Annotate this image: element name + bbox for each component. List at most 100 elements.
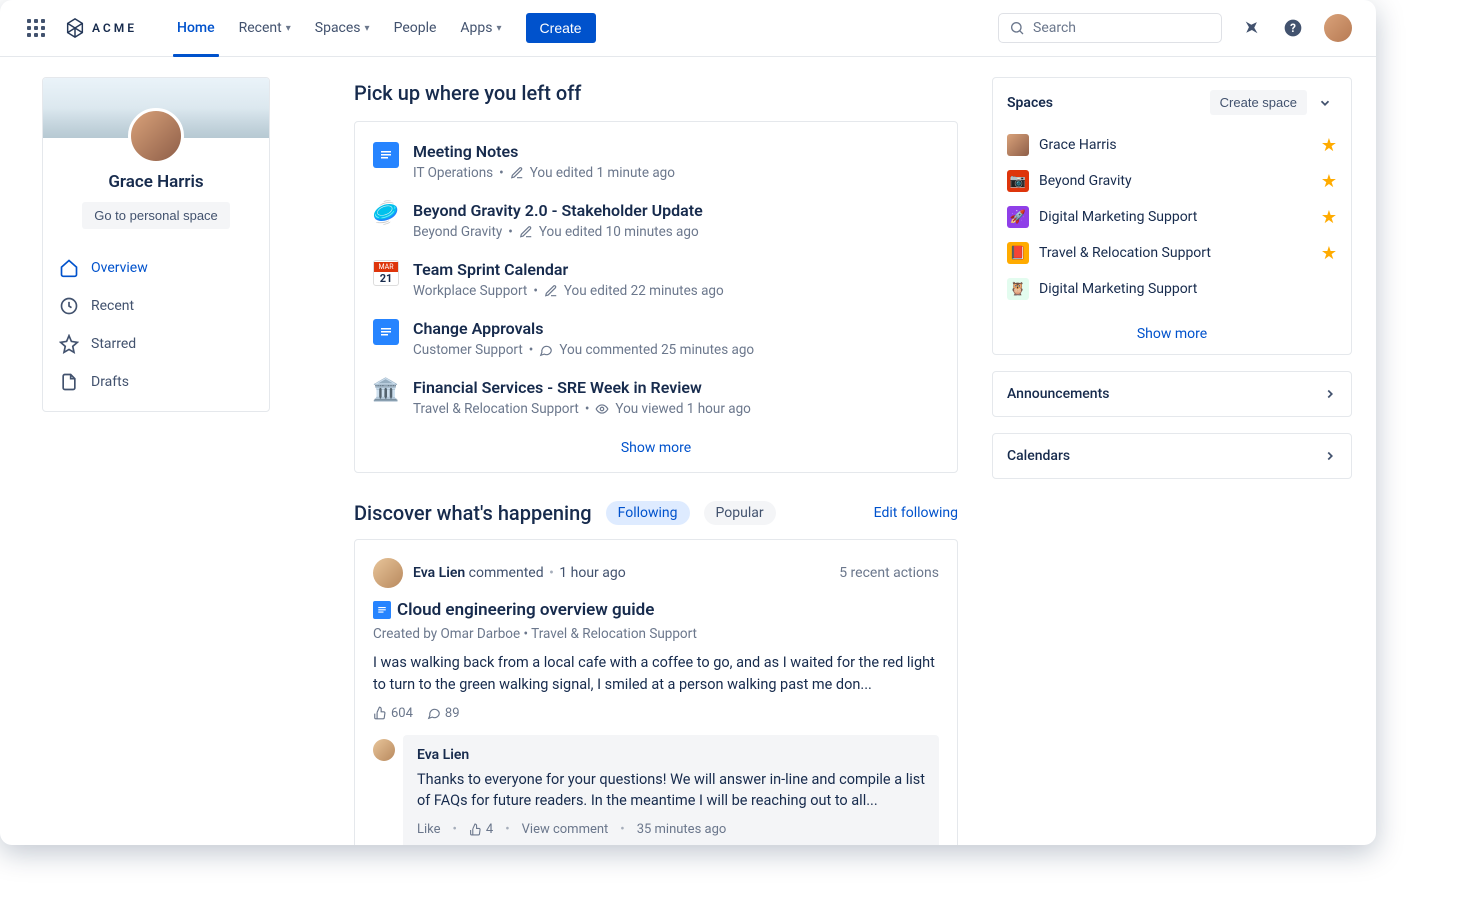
file-icon	[59, 372, 79, 392]
feed-excerpt: I was walking back from a local cafe wit…	[373, 652, 939, 696]
comment-like-count: 4	[469, 822, 493, 837]
star-icon[interactable]: ★	[1321, 135, 1337, 156]
nav-item-home[interactable]: Home	[165, 0, 227, 57]
recent-item-meta: Beyond Gravity• You edited 10 minutes ag…	[413, 224, 939, 240]
create-button[interactable]: Create	[526, 13, 596, 43]
sidebar-item-starred[interactable]: Starred	[43, 325, 269, 363]
nav-item-people[interactable]: People	[382, 0, 449, 57]
svg-text:?: ?	[1290, 21, 1296, 35]
recent-item-meta: IT Operations• You edited 1 minute ago	[413, 165, 939, 181]
space-item[interactable]: Grace Harris★	[1003, 127, 1341, 163]
discover-title: Discover what's happening	[354, 501, 592, 525]
emoji-icon: 🥏	[373, 201, 399, 227]
feed-item: Eva Lien commented 1 hour ago 5 recent a…	[354, 539, 958, 845]
comment-body: Thanks to everyone for your questions! W…	[417, 769, 925, 813]
space-item[interactable]: 📕Travel & Relocation Support★	[1003, 235, 1341, 271]
recent-item-title: Beyond Gravity 2.0 - Stakeholder Update	[413, 201, 939, 220]
main-column: Pick up where you left off Meeting Notes…	[354, 77, 962, 845]
pickup-show-more[interactable]: Show more	[373, 427, 939, 462]
recent-item[interactable]: MAR21 Team Sprint Calendar Workplace Sup…	[373, 250, 939, 309]
app-frame: ACME HomeRecent▾Spaces▾PeopleApps▾ Creat…	[0, 0, 1376, 845]
notifications-icon[interactable]	[1238, 15, 1264, 41]
recent-item-meta: Customer Support• You commented 25 minut…	[413, 342, 939, 358]
comment-count[interactable]: 89	[427, 706, 460, 721]
user-avatar[interactable]	[1324, 14, 1352, 42]
sidebar-item-recent[interactable]: Recent	[43, 287, 269, 325]
feed-comment: Eva Lien Thanks to everyone for your que…	[403, 735, 939, 846]
help-icon[interactable]: ?	[1280, 15, 1306, 41]
home-icon	[59, 258, 79, 278]
doc-icon	[373, 142, 399, 168]
comment-actions: Like 4 View comment 35 minutes ago	[417, 822, 925, 837]
nav-item-apps[interactable]: Apps▾	[448, 0, 513, 57]
recent-item[interactable]: Change Approvals Customer Support• You c…	[373, 309, 939, 368]
edit-following-link[interactable]: Edit following	[874, 505, 958, 521]
comment-author-name: Eva Lien	[417, 747, 925, 763]
sidebar-item-drafts[interactable]: Drafts	[43, 363, 269, 401]
recent-item-title: Financial Services - SRE Week in Review	[413, 378, 939, 397]
space-icon: 📕	[1007, 242, 1029, 264]
right-column: Spaces Create space Grace Harris★📷Beyond…	[992, 77, 1352, 845]
collapsed-panel-calendars[interactable]: Calendars	[992, 433, 1352, 479]
space-item[interactable]: 🦉Digital Marketing Support	[1003, 271, 1341, 307]
clock-icon	[59, 296, 79, 316]
body-layout: Grace Harris Go to personal space Overvi…	[0, 57, 1376, 845]
comment-like-button[interactable]: Like	[417, 822, 441, 837]
space-item[interactable]: 📷Beyond Gravity★	[1003, 163, 1341, 199]
emoji-icon: 🏛️	[373, 378, 399, 404]
pickup-card: Meeting Notes IT Operations• You edited …	[354, 121, 958, 473]
spaces-show-more[interactable]: Show more	[993, 315, 1351, 354]
search-placeholder: Search	[1033, 20, 1076, 36]
feed-activity-text: Eva Lien commented 1 hour ago	[413, 565, 626, 581]
recent-item[interactable]: 🏛️ Financial Services - SRE Week in Revi…	[373, 368, 939, 427]
chevron-down-icon: ▾	[365, 23, 370, 34]
app-switcher-icon[interactable]	[24, 16, 48, 40]
recent-item[interactable]: Meeting Notes IT Operations• You edited …	[373, 132, 939, 191]
feed-actor-avatar[interactable]	[373, 558, 403, 588]
tab-following[interactable]: Following	[606, 501, 690, 525]
chevron-right-icon	[1323, 387, 1337, 401]
sidebar-avatar[interactable]	[128, 108, 184, 164]
star-icon[interactable]: ★	[1321, 243, 1337, 264]
profile-sidebar-card: Grace Harris Go to personal space Overvi…	[42, 77, 270, 412]
star-icon[interactable]: ★	[1321, 207, 1337, 228]
star-icon[interactable]: ★	[1321, 171, 1337, 192]
space-icon: 🚀	[1007, 206, 1029, 228]
feed-recent-count: 5 recent actions	[839, 565, 939, 581]
sidebar-item-overview[interactable]: Overview	[43, 249, 269, 287]
personal-space-button[interactable]: Go to personal space	[82, 202, 230, 229]
spaces-panel-title: Spaces	[1007, 95, 1053, 111]
recent-item-meta: Travel & Relocation Support• You viewed …	[413, 401, 939, 417]
chevron-down-icon: ▾	[286, 23, 291, 34]
nav-item-spaces[interactable]: Spaces▾	[303, 0, 382, 57]
brand-text: ACME	[92, 21, 137, 35]
view-comment-link[interactable]: View comment	[522, 822, 609, 837]
feed-stats: 604 89	[373, 706, 939, 721]
star-icon	[59, 334, 79, 354]
discover-header: Discover what's happening Following Popu…	[354, 501, 958, 525]
chevron-right-icon	[1323, 449, 1337, 463]
comment-time: 35 minutes ago	[637, 822, 727, 837]
tab-popular[interactable]: Popular	[704, 501, 776, 525]
doc-icon	[373, 601, 391, 619]
brand-logo[interactable]: ACME	[64, 17, 137, 39]
calendar-icon: MAR21	[373, 260, 399, 286]
like-count[interactable]: 604	[373, 706, 413, 721]
spaces-dropdown-button[interactable]	[1313, 91, 1337, 115]
nav-item-recent[interactable]: Recent▾	[227, 0, 303, 57]
logo-icon	[64, 17, 86, 39]
comment-author-avatar[interactable]	[373, 739, 395, 761]
space-item[interactable]: 🚀Digital Marketing Support★	[1003, 199, 1341, 235]
search-input[interactable]: Search	[998, 13, 1222, 43]
feed-subtitle: Created by Omar Darboe • Travel & Reloca…	[373, 626, 939, 642]
feed-page-title[interactable]: Cloud engineering overview guide	[397, 600, 654, 620]
recent-item-title: Team Sprint Calendar	[413, 260, 939, 279]
left-column: Grace Harris Go to personal space Overvi…	[24, 77, 324, 845]
space-icon: 🦉	[1007, 278, 1029, 300]
pickup-section-title: Pick up where you left off	[354, 81, 958, 105]
create-space-button[interactable]: Create space	[1210, 90, 1307, 115]
collapsed-panel-announcements[interactable]: Announcements	[992, 371, 1352, 417]
chevron-down-icon: ▾	[497, 23, 502, 34]
top-nav: ACME HomeRecent▾Spaces▾PeopleApps▾ Creat…	[0, 0, 1376, 57]
recent-item[interactable]: 🥏 Beyond Gravity 2.0 - Stakeholder Updat…	[373, 191, 939, 250]
